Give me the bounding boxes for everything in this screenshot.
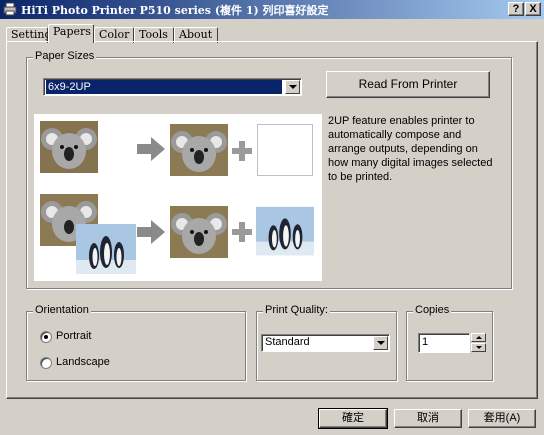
chevron-down-icon[interactable] bbox=[373, 336, 388, 350]
portrait-label[interactable]: Portrait bbox=[56, 330, 91, 342]
arrow-right-icon bbox=[137, 137, 165, 161]
copies-input[interactable]: 1 bbox=[418, 333, 470, 353]
chevron-up-icon bbox=[476, 336, 482, 339]
penguins-photo bbox=[76, 224, 136, 274]
blank-paper bbox=[257, 124, 313, 176]
ok-button[interactable]: 確定 bbox=[318, 408, 388, 429]
orientation-legend: Orientation bbox=[33, 304, 91, 316]
cancel-button[interactable]: 取消 bbox=[394, 409, 462, 428]
chevron-down-icon[interactable] bbox=[285, 80, 300, 94]
plus-icon bbox=[232, 222, 252, 242]
chevron-down-icon bbox=[476, 346, 482, 349]
arrow-right-icon bbox=[137, 220, 165, 244]
tab-papers[interactable]: Papers bbox=[48, 24, 94, 43]
paper-size-value: 6x9-2UP bbox=[46, 80, 282, 94]
print-quality-value: Standard bbox=[265, 336, 310, 348]
copies-up-button[interactable] bbox=[471, 333, 486, 342]
koala-output-photo bbox=[170, 124, 228, 176]
orientation-group: Orientation bbox=[26, 304, 246, 381]
penguins-output-photo bbox=[256, 206, 314, 256]
help-button[interactable]: ? bbox=[508, 2, 524, 16]
close-button[interactable]: X bbox=[525, 2, 541, 16]
copies-value: 1 bbox=[422, 336, 429, 348]
landscape-label[interactable]: Landscape bbox=[56, 356, 110, 368]
read-from-printer-button[interactable]: Read From Printer bbox=[326, 71, 490, 98]
portrait-radio[interactable] bbox=[40, 331, 52, 343]
two-up-illustration bbox=[34, 114, 322, 281]
title-bar: HiTi Photo Printer P510 series (複件 1) 列印… bbox=[0, 0, 544, 19]
print-quality-legend: Print Quality: bbox=[263, 304, 330, 316]
paper-sizes-legend: Paper Sizes bbox=[33, 50, 97, 62]
landscape-radio[interactable] bbox=[40, 357, 52, 369]
window-title: HiTi Photo Printer P510 series (複件 1) 列印… bbox=[21, 4, 329, 17]
print-quality-select[interactable]: Standard bbox=[261, 334, 390, 352]
paper-size-select[interactable]: 6x9-2UP bbox=[43, 78, 302, 96]
copies-legend: Copies bbox=[413, 304, 452, 316]
printer-app-icon bbox=[3, 2, 17, 16]
koala-output-photo-2 bbox=[170, 206, 228, 258]
copies-down-button[interactable] bbox=[471, 343, 486, 352]
apply-button[interactable]: 套用(A) bbox=[468, 409, 536, 428]
koala-photo bbox=[40, 121, 98, 173]
plus-icon bbox=[232, 141, 252, 161]
two-up-description: 2UP feature enables printer to automatic… bbox=[328, 115, 493, 183]
